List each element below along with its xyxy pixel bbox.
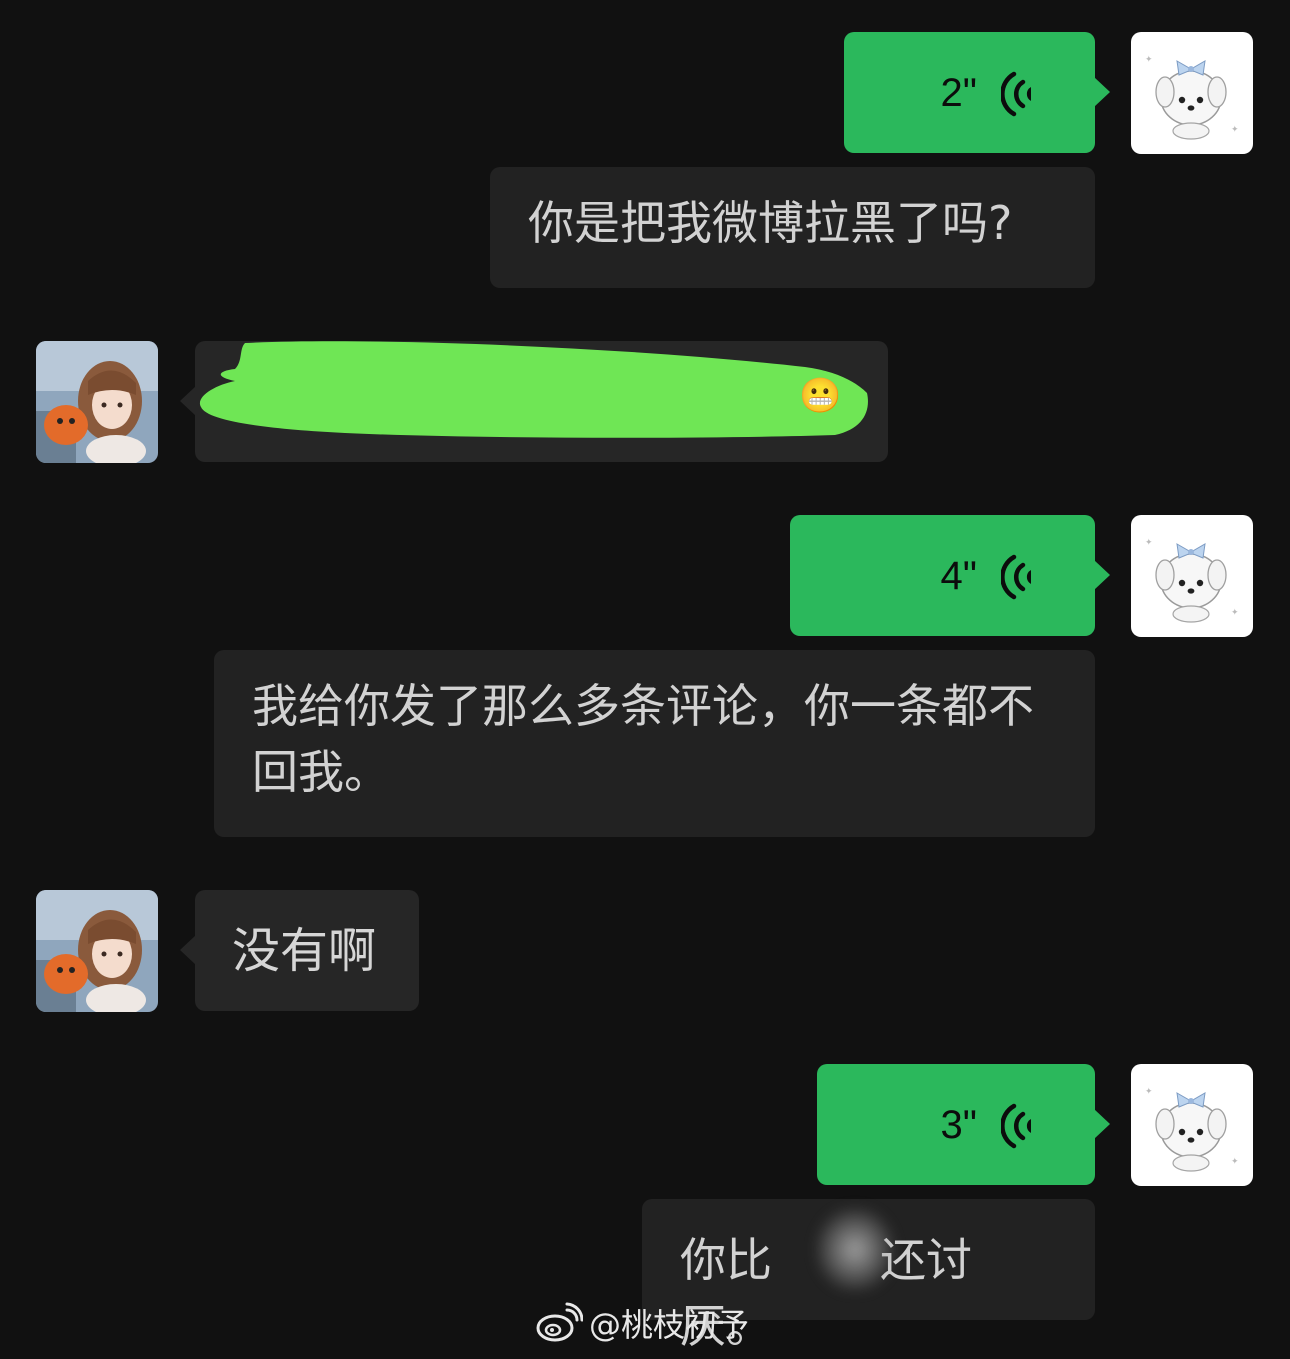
message-text: 没有啊 (232, 923, 377, 979)
voice-duration: 3" (940, 1103, 977, 1147)
voice-message-bubble[interactable]: 4" (790, 515, 1110, 636)
voice-message-bubble[interactable]: 2" (844, 32, 1110, 153)
transcript-text-part1: 你比 (680, 1233, 772, 1287)
voice-transcript: 我给你发了那么多条评论，你一条都不回我。 (214, 650, 1095, 837)
incoming-message-bubble[interactable]: 😬 (180, 341, 888, 462)
voice-transcript: 你是把我微博拉黑了吗? (490, 167, 1095, 288)
weibo-watermark: @桃枝初予 (535, 1295, 749, 1351)
bubble-tail (1094, 1109, 1110, 1139)
incoming-message-bubble[interactable]: 没有啊 (180, 890, 419, 1011)
puppy-avatar-icon: ✦ ✦ (1131, 32, 1253, 154)
contact-avatar[interactable] (36, 890, 158, 1012)
bubble-tail (180, 386, 196, 416)
voice-duration: 4" (940, 554, 977, 598)
svg-text:✦: ✦ (1145, 55, 1153, 65)
voice-message-bubble[interactable]: 3" (817, 1064, 1110, 1185)
redaction-blur (815, 1207, 895, 1292)
self-avatar[interactable]: ✦ ✦ (1131, 32, 1253, 154)
transcript-text: 我给你发了那么多条评论，你一条都不回我。 (252, 679, 1034, 799)
voice-wave-icon (1001, 554, 1031, 600)
bubble-tail (1094, 77, 1110, 107)
emoji-icon: 😬 (799, 376, 841, 416)
bubble-tail (1094, 560, 1110, 590)
redaction-scribble: 😬 (199, 341, 868, 438)
watermark-text: @桃枝初予 (589, 1306, 750, 1344)
self-avatar[interactable]: ✦ ✦ (1131, 1064, 1253, 1186)
bubble-tail (180, 935, 196, 965)
voice-wave-icon (1001, 1103, 1031, 1149)
girl-photo-avatar-icon (36, 890, 158, 1012)
puppy-avatar-icon: ✦ ✦ (1131, 515, 1253, 637)
svg-text:✦: ✦ (1231, 125, 1239, 135)
svg-text:✦: ✦ (1145, 1087, 1153, 1097)
contact-avatar[interactable] (36, 341, 158, 463)
girl-photo-avatar-icon (36, 341, 158, 463)
puppy-avatar-icon: ✦ ✦ (1131, 1064, 1253, 1186)
self-avatar[interactable]: ✦ ✦ (1131, 515, 1253, 637)
svg-text:✦: ✦ (1231, 1157, 1239, 1167)
svg-text:✦: ✦ (1145, 538, 1153, 548)
weibo-logo-icon (536, 1302, 583, 1342)
voice-wave-icon (1001, 71, 1031, 117)
transcript-text: 你是把我微博拉黑了吗? (528, 196, 1013, 250)
voice-duration: 2" (940, 71, 977, 115)
svg-text:✦: ✦ (1231, 608, 1239, 618)
